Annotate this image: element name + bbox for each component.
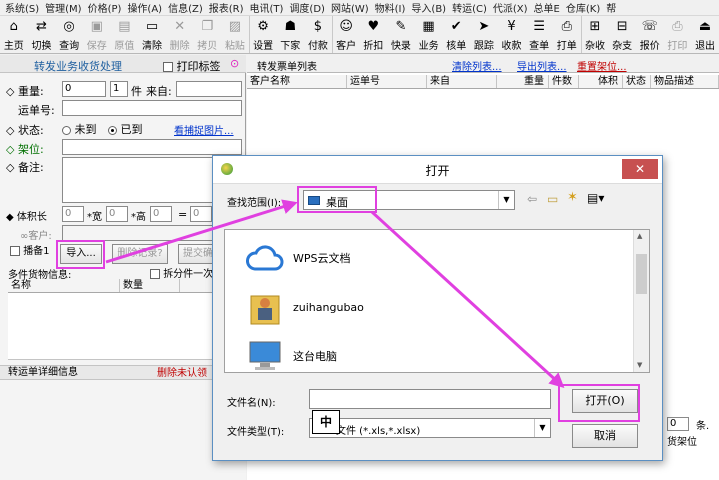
arrow-lookin-to-open (370, 210, 565, 389)
arrow-import-to-lookin (105, 199, 298, 264)
annotation-arrows (105, 199, 565, 389)
